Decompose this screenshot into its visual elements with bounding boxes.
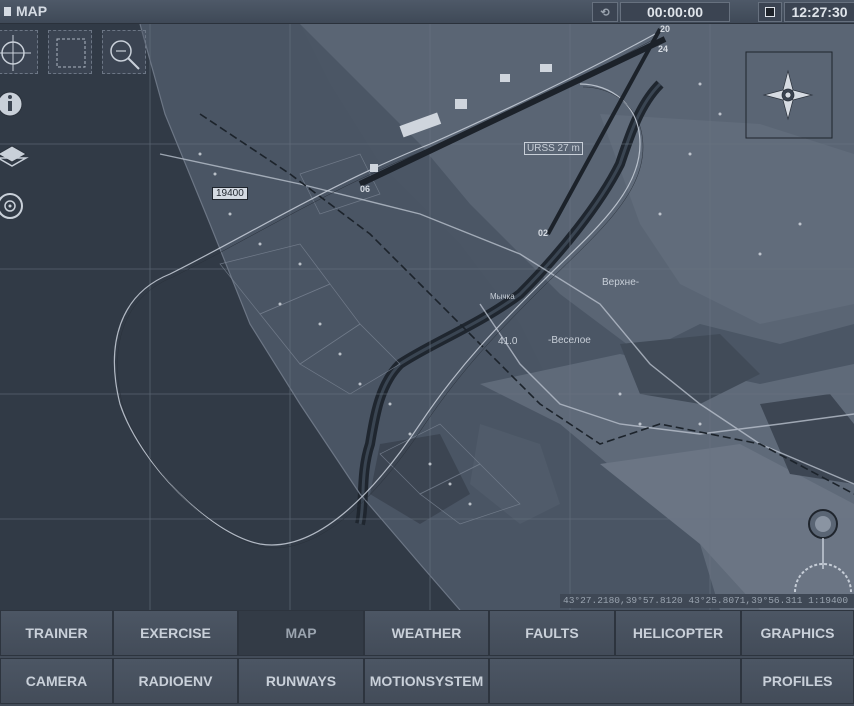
map-label-runway-ref: URSS 27 m bbox=[524, 142, 583, 155]
nav-radioenv-button[interactable]: RADIOENV bbox=[113, 658, 238, 704]
reset-timer-button[interactable]: ⟲ bbox=[592, 2, 618, 22]
map-label-village-upper: Верхне- bbox=[602, 277, 640, 288]
map-canvas[interactable] bbox=[0, 24, 854, 610]
nav-motionsystem-button[interactable]: MOTIONSYSTEM bbox=[364, 658, 489, 704]
select-area-tool[interactable] bbox=[48, 30, 92, 74]
nav-runways-button[interactable]: RUNWAYS bbox=[238, 658, 364, 704]
nav-exercise-button[interactable]: EXERCISE bbox=[113, 610, 238, 656]
window-icon bbox=[4, 6, 11, 16]
stop-icon bbox=[765, 7, 775, 17]
stop-button[interactable] bbox=[758, 2, 782, 22]
info-icon bbox=[0, 91, 23, 117]
nav-helicopter-button[interactable]: HELICOPTER bbox=[615, 610, 741, 656]
map-label-village-vesyoloe: -Веселое bbox=[548, 335, 591, 346]
nav-faults-button[interactable]: FAULTS bbox=[489, 610, 615, 656]
map-label-runway-20: 20 bbox=[660, 24, 671, 34]
map-view[interactable]: 19400 41.0 Верхне- -Веселое Мычка URSS 2… bbox=[0, 24, 854, 610]
crosshair-icon bbox=[0, 35, 31, 71]
layers-tool[interactable] bbox=[0, 136, 30, 172]
crosshair-tool[interactable] bbox=[0, 30, 38, 74]
map-label-river: Мычка bbox=[490, 292, 515, 301]
zoom-tool[interactable] bbox=[102, 30, 146, 74]
nav-weather-button[interactable]: WEATHER bbox=[364, 610, 489, 656]
map-label-altitude: 41.0 bbox=[498, 336, 518, 347]
title-bar: MAP ⟲ 00:00:00 12:27:30 bbox=[0, 0, 854, 24]
coordinate-readout: 43°27.2180,39°57.8120 43°25.8071,39°56.3… bbox=[560, 594, 854, 608]
map-label-runway-02: 02 bbox=[538, 228, 549, 238]
main-navigation: TRAINER EXERCISE MAP WEATHER FAULTS HELI… bbox=[0, 610, 854, 706]
map-label-runway-06: 06 bbox=[360, 184, 371, 194]
nav-map-button[interactable]: MAP bbox=[238, 610, 364, 656]
nav-profiles-button[interactable]: PROFILES bbox=[741, 658, 854, 704]
target-icon bbox=[0, 193, 23, 219]
info-tool[interactable] bbox=[0, 86, 30, 122]
layers-icon bbox=[0, 145, 29, 167]
map-label-distance: 19400 bbox=[212, 187, 248, 200]
map-label-runway-24: 24 bbox=[658, 44, 669, 54]
center-tool[interactable] bbox=[0, 188, 30, 224]
nav-camera-button[interactable]: CAMERA bbox=[0, 658, 113, 704]
system-clock: 12:27:30 bbox=[784, 2, 854, 22]
select-area-icon bbox=[56, 38, 86, 68]
nav-graphics-button[interactable]: GRAPHICS bbox=[741, 610, 854, 656]
nav-empty-slot bbox=[489, 658, 741, 704]
window-title: MAP bbox=[4, 3, 47, 19]
nav-trainer-button[interactable]: TRAINER bbox=[0, 610, 113, 656]
window-title-text: MAP bbox=[16, 3, 48, 19]
exercise-timer: 00:00:00 bbox=[620, 2, 730, 22]
zoom-icon bbox=[110, 40, 140, 70]
